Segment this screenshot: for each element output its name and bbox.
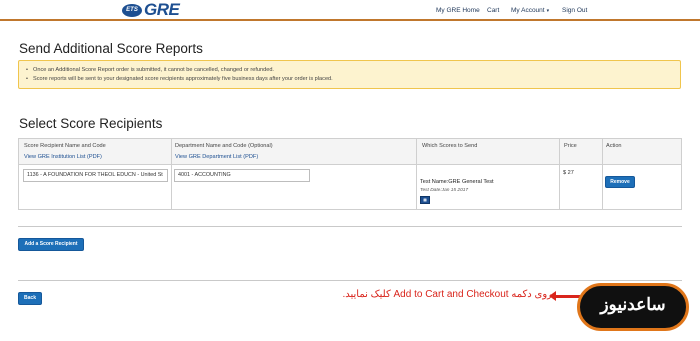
alert-item: Score reports will be sent to your desig…: [26, 75, 680, 84]
divider: [18, 280, 682, 281]
info-alert: Once an Additional Score Report order is…: [18, 60, 681, 89]
nav-cart[interactable]: Cart: [487, 7, 499, 14]
chevron-down-icon: ▾: [546, 8, 550, 14]
gre-logo[interactable]: ETS GRE: [122, 0, 180, 19]
column-divider: [602, 139, 603, 209]
header-recipient: Score Recipient Name and Code: [24, 143, 106, 149]
watermark-logo: ساعدنیوز: [577, 283, 689, 331]
test-name: Test Name:GRE General Test: [420, 179, 494, 185]
column-divider: [559, 139, 560, 209]
nav-my-account-label: My Account: [511, 7, 545, 14]
score-report-icon[interactable]: ▤: [420, 196, 430, 204]
instruction-annotation: روی دکمه Add to Cart and Checkout کلیک ن…: [342, 289, 552, 300]
institution-list-link[interactable]: View GRE Institution List (PDF): [24, 154, 102, 160]
test-date: Test Date:Jan 15 2017: [420, 188, 469, 193]
header-action: Action: [606, 143, 622, 149]
header-department: Department Name and Code (Optional): [175, 143, 273, 149]
nav-my-gre-home[interactable]: My GRE Home: [436, 7, 480, 14]
column-divider: [416, 139, 417, 209]
header-scores: Which Scores to Send: [422, 143, 478, 149]
nav-sign-out[interactable]: Sign Out: [562, 7, 587, 14]
header-price: Price: [564, 143, 577, 149]
column-divider: [171, 139, 172, 209]
ets-logo-badge: ETS: [122, 3, 142, 17]
back-button[interactable]: Back: [18, 292, 42, 305]
table-header-row: [19, 139, 681, 165]
page-title: Send Additional Score Reports: [19, 41, 203, 56]
nav-my-account[interactable]: My Account ▾: [511, 7, 549, 14]
watermark-text: ساعدنیوز: [600, 295, 666, 314]
remove-button[interactable]: Remove: [605, 176, 635, 188]
arrow-left-icon: [549, 291, 581, 301]
gre-logo-text: GRE: [144, 0, 180, 19]
alert-list: Once an Additional Score Report order is…: [19, 61, 680, 84]
section-title: Select Score Recipients: [19, 116, 163, 131]
score-recipients-table: Score Recipient Name and Code View GRE I…: [18, 138, 682, 210]
department-field[interactable]: 4001 - ACCOUNTING: [174, 169, 310, 182]
recipient-field[interactable]: 1136 - A FOUNDATION FOR THEOL EDUCN - Un…: [23, 169, 168, 182]
alert-item: Once an Additional Score Report order is…: [26, 66, 680, 75]
price-value: $ 27: [563, 170, 574, 176]
top-navigation-bar: ETS GRE My GRE Home Cart My Account ▾ Sig…: [0, 0, 700, 21]
add-score-recipient-button[interactable]: Add a Score Recipient: [18, 238, 84, 251]
department-list-link[interactable]: View GRE Department List (PDF): [175, 154, 258, 160]
divider: [18, 226, 682, 227]
